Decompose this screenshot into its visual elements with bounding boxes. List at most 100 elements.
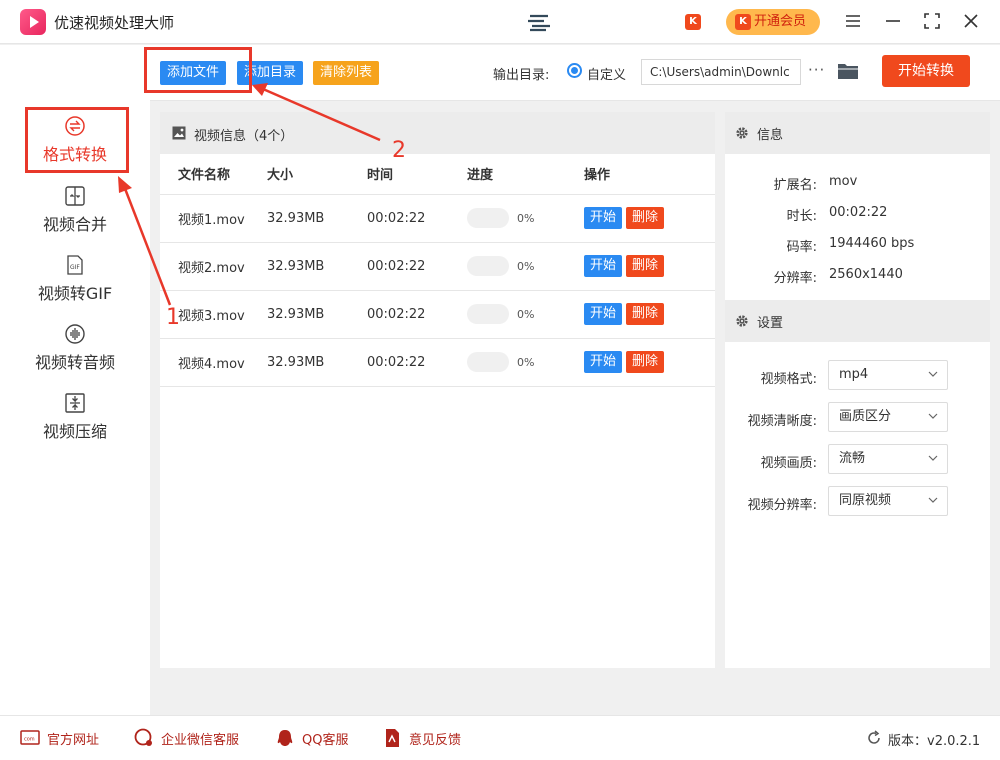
user-name[interactable] — [562, 14, 566, 28]
video-list-panel: 视频信息（4个） 文件名称 大小 时间 进度 操作 视频1.mov 32.93M… — [160, 112, 715, 668]
info-key: 码率: — [786, 240, 817, 255]
wechat-support-link[interactable]: 企业微信客服 — [161, 729, 239, 748]
column-header: 时间 — [367, 154, 467, 195]
vip-badge-icon[interactable]: K — [685, 14, 701, 30]
info-value: 00:02:22 — [829, 205, 888, 220]
audio-icon — [65, 324, 85, 344]
table-row[interactable]: 视频3.mov 32.93MB 00:02:22 0% 开始 删除 — [160, 290, 715, 339]
video-list-title: 视频信息（4个） — [194, 129, 294, 144]
chevron-down-icon — [928, 497, 938, 503]
annotation-number-1: 1 — [166, 305, 180, 330]
actions-cell: 开始 删除 — [584, 290, 715, 339]
progress-cell: 0% — [467, 290, 584, 339]
row-delete-button[interactable]: 删除 — [626, 255, 665, 277]
row-start-button[interactable]: 开始 — [584, 303, 623, 325]
sidebar-item-label: 视频转GIF — [37, 284, 113, 303]
svg-text:com: com — [24, 737, 35, 743]
progress-cell: 0% — [467, 338, 584, 387]
video-resolution-select[interactable]: 同原视频 — [828, 486, 948, 516]
video-table: 文件名称 大小 时间 进度 操作 视频1.mov 32.93MB 00:02:2… — [160, 154, 715, 387]
menu-icon[interactable] — [842, 10, 864, 32]
custom-output-radio[interactable] — [567, 63, 582, 78]
sidebar-item-video-to-audio[interactable]: 视频转音频 — [20, 323, 130, 391]
folder-icon[interactable] — [837, 61, 859, 81]
website-link[interactable]: 官方网址 — [47, 729, 99, 748]
chevron-down-icon — [928, 371, 938, 377]
vip-button[interactable]: K 开通会员 — [726, 9, 820, 35]
user-avatar-icon[interactable] — [526, 12, 554, 32]
minimize-icon[interactable] — [882, 10, 904, 32]
video-format-select[interactable]: mp4 — [828, 360, 948, 390]
wechat-work-icon — [134, 728, 152, 746]
app-logo-icon — [20, 9, 46, 35]
row-start-button[interactable]: 开始 — [584, 207, 623, 229]
toolbar: 添加文件 添加目录 清除列表 输出目录: 自定义 ··· 开始转换 — [150, 45, 1000, 101]
sidebar-item-video-compress[interactable]: 视频压缩 — [20, 392, 130, 460]
file-duration: 00:02:22 — [367, 242, 467, 291]
output-path-input[interactable] — [641, 59, 801, 85]
column-header: 操作 — [584, 154, 715, 195]
column-header: 文件名称 — [160, 154, 267, 195]
file-duration: 00:02:22 — [367, 338, 467, 387]
chevron-down-icon — [928, 455, 938, 461]
feedback-icon — [386, 729, 399, 747]
progress-text: 0% — [517, 355, 535, 369]
file-duration: 00:02:22 — [367, 194, 467, 243]
custom-output-label[interactable]: 自定义 — [587, 64, 626, 83]
setting-label: 视频清晰度: — [747, 414, 817, 429]
refresh-icon[interactable] — [866, 730, 882, 746]
info-key: 扩展名: — [773, 178, 817, 193]
file-size: 32.93MB — [267, 338, 367, 387]
clear-list-button[interactable]: 清除列表 — [313, 61, 380, 85]
gear-icon — [736, 315, 748, 327]
table-row[interactable]: 视频2.mov 32.93MB 00:02:22 0% 开始 删除 — [160, 242, 715, 291]
side-panel: 信息 扩展名: mov 时长: 00:02:22 码率: 1944460 bps… — [725, 112, 990, 668]
file-size: 32.93MB — [267, 242, 367, 291]
highlight-box-format-convert — [25, 107, 129, 173]
settings-header: 设置 — [725, 300, 990, 342]
image-icon — [172, 126, 186, 140]
progress-text: 0% — [517, 259, 535, 273]
progress-bar — [467, 352, 509, 372]
file-size: 32.93MB — [267, 290, 367, 339]
vip-label: 开通会员 — [754, 14, 807, 29]
highlight-box-add-file — [144, 47, 252, 93]
gear-icon — [736, 127, 748, 139]
feedback-link[interactable]: 意见反馈 — [409, 729, 461, 748]
maximize-icon[interactable] — [921, 10, 943, 32]
close-icon[interactable] — [960, 10, 982, 32]
row-delete-button[interactable]: 删除 — [626, 303, 665, 325]
progress-text: 0% — [517, 211, 535, 225]
video-quality-select[interactable]: 流畅 — [828, 444, 948, 474]
status-bar: com 官方网址 企业微信客服 QQ客服 意见反馈 版本：v2.0.2.1 — [0, 715, 1000, 760]
annotation-number-2: 2 — [392, 138, 406, 163]
file-name: 视频4.mov — [160, 338, 267, 387]
table-row[interactable]: 视频1.mov 32.93MB 00:02:22 0% 开始 删除 — [160, 194, 715, 243]
setting-label: 视频画质: — [760, 456, 817, 471]
table-header-row: 文件名称 大小 时间 进度 操作 — [160, 154, 715, 195]
row-delete-button[interactable]: 删除 — [626, 207, 665, 229]
sidebar-item-label: 视频转音频 — [34, 353, 115, 372]
file-name: 视频1.mov — [160, 194, 267, 243]
actions-cell: 开始 删除 — [584, 338, 715, 387]
qq-support-link[interactable]: QQ客服 — [302, 729, 348, 748]
sidebar-item-video-to-gif[interactable]: GIF 视频转GIF — [20, 254, 130, 322]
file-name: 视频2.mov — [160, 242, 267, 291]
row-start-button[interactable]: 开始 — [584, 351, 623, 373]
column-header: 进度 — [467, 154, 584, 195]
table-row[interactable]: 视频4.mov 32.93MB 00:02:22 0% 开始 删除 — [160, 338, 715, 387]
row-start-button[interactable]: 开始 — [584, 255, 623, 277]
progress-text: 0% — [517, 307, 535, 321]
settings-title: 设置 — [757, 316, 784, 331]
progress-cell: 0% — [467, 194, 584, 243]
actions-cell: 开始 删除 — [584, 194, 715, 243]
row-delete-button[interactable]: 删除 — [626, 351, 665, 373]
app-title: 优速视频处理大师 — [54, 14, 175, 32]
start-convert-button[interactable]: 开始转换 — [882, 55, 970, 87]
select-value: 画质区分 — [839, 409, 892, 424]
sidebar-item-video-merge[interactable]: 视频合并 — [20, 185, 130, 253]
progress-bar — [467, 256, 509, 276]
video-list-header: 视频信息（4个） — [160, 112, 715, 154]
video-clarity-select[interactable]: 画质区分 — [828, 402, 948, 432]
more-options-button[interactable]: ··· — [808, 61, 825, 79]
